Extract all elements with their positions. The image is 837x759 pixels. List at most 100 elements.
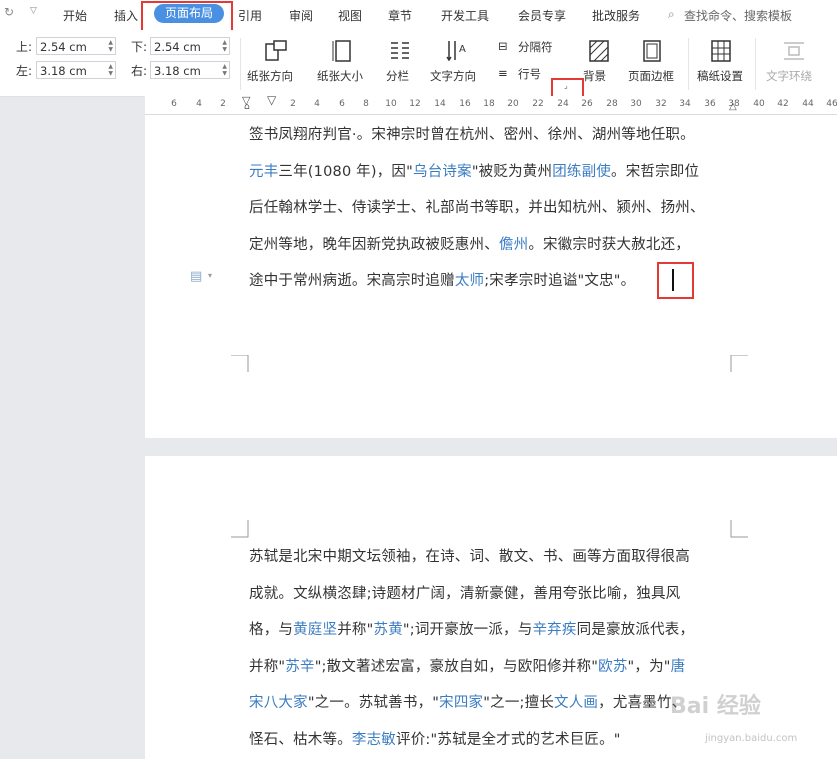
crop-mark-top-right [730,520,748,538]
background-button[interactable]: 背景 [583,68,606,84]
hyperlink[interactable]: 辛弃疾 [532,622,576,638]
paragraph-menu-chevron-icon[interactable]: ▾ [208,271,212,280]
divider [688,38,689,90]
line-numbers-button[interactable]: 行号 [518,66,541,82]
highlight-box-tab [141,1,233,33]
page-border-icon[interactable] [641,38,663,64]
hyperlink[interactable]: 苏辛 [285,659,314,675]
text-run: 并称" [249,658,286,675]
page-size-icon[interactable] [331,38,355,64]
right-margin-label: 右: [131,64,148,78]
hyperlink[interactable]: 乌台诗案 [413,164,472,180]
page-orientation-icon[interactable] [262,38,288,64]
hanging-indent-marker[interactable]: ▽ [267,93,276,107]
tab-references[interactable]: 引用 [238,7,262,24]
text-run: 苏轼是北宋中期文坛领袖，在诗、词、散文、书、画等方面取得很高 [249,549,690,565]
hyperlink[interactable]: 元丰 [249,164,278,180]
hyperlink[interactable]: 儋州 [499,237,528,253]
ruler-tick-label: 40 [753,99,765,109]
text-run: 格，与 [249,622,294,638]
tab-view[interactable]: 视图 [338,7,362,24]
hyperlink[interactable]: 李志敏 [352,732,396,748]
section-break-icon[interactable]: ⊟ [498,39,508,53]
right-indent-marker[interactable]: △ [729,101,737,112]
right-margin-value: 3.18 cm [154,64,201,78]
ruler-tick-label: 36 [704,99,716,109]
left-margin-input[interactable]: 3.18 cm ▲ ▼ [36,61,116,79]
ruler-tick-label: 4 [196,99,202,109]
ruler-tick-label: 14 [434,99,446,109]
search-icon[interactable]: ⌕ [668,7,675,22]
command-search[interactable]: 查找命令、搜索模板 [684,7,792,24]
text-direction-button[interactable]: 文字方向 [430,68,476,84]
text-line: 签书凤翔府判官·。宋神宗时曾在杭州、密州、徐州、湖州等地任职。 [249,123,695,144]
hyperlink[interactable]: 宋八大家 [249,695,308,711]
hyperlink[interactable]: 太师 [455,273,484,289]
text-line: 后任翰林学士、侍读学士、礼部尚书等职，并出知杭州、颍州、扬州、 [249,196,705,217]
text-line: 成就。文纵横恣肆;诗题材广阔，清新豪健，善用夸张比喻，独具风 [249,582,680,603]
right-margin-input[interactable]: 3.18 cm ▲ ▼ [150,61,230,79]
page-border-button[interactable]: 页面边框 [628,68,674,84]
hyperlink[interactable]: 文人画 [554,695,598,711]
text-line: 怪石、枯木等。李志敏评价:"苏轼是全才式的艺术巨匠。" [249,728,621,749]
text-run: 怪石、枯木等。 [249,731,352,748]
ruler-tick-label: 4 [314,99,320,109]
line-numbers-icon[interactable]: ≡ [498,66,508,80]
text-run: 同是豪放派代表， [576,622,695,638]
manuscript-button[interactable]: 稿纸设置 [697,68,743,84]
hyperlink[interactable]: 团练副使 [552,164,611,180]
spinner-icon[interactable]: ▲ ▼ [222,63,227,77]
spinner-icon[interactable]: ▲ ▼ [108,63,113,77]
breaks-button[interactable]: 分隔符 [518,39,553,55]
ruler-tick-label: 30 [630,99,642,109]
tab-home[interactable]: 开始 [63,7,87,24]
text-run: ";词开豪放一派，与 [402,622,533,638]
text-direction-icon[interactable]: A [444,38,470,64]
page-orientation-button[interactable]: 纸张方向 [247,68,293,84]
hyperlink[interactable]: 黄庭坚 [293,622,337,638]
hyperlink[interactable]: 苏黄 [374,622,403,638]
tab-developer[interactable]: 开发工具 [441,7,489,24]
highlight-box-cursor [657,262,694,299]
menu-bar: ↻ ▽ 开始 插入 页面布局 引用 审阅 视图 章节 开发工具 会员专享 批改服… [0,0,837,30]
paragraph-marker-icon[interactable]: ▤ [190,269,202,284]
hyperlink[interactable]: 欧苏 [598,659,627,675]
tab-insert[interactable]: 插入 [114,7,138,24]
background-icon[interactable] [588,38,610,64]
ruler-tick-label: 10 [385,99,397,109]
left-indent-marker[interactable]: ⌂ [244,102,250,112]
spinner-icon[interactable]: ▲ ▼ [222,39,227,53]
hyperlink[interactable]: 宋四家 [439,695,483,711]
bottom-margin-input[interactable]: 2.54 cm ▲ ▼ [150,37,230,55]
ruler-tick-label: 46 [826,99,837,109]
redo-icon[interactable]: ↻ [4,5,14,19]
columns-button[interactable]: 分栏 [386,68,409,84]
text-run: 并称" [337,622,374,638]
horizontal-ruler[interactable]: 6 4 2 2 4 6 8 10 12 14 16 18 20 22 24 26 28 30 32 34 36 38 40 4… [145,93,837,115]
columns-icon[interactable] [388,38,412,64]
tab-review[interactable]: 审阅 [289,7,313,24]
tab-grading[interactable]: 批改服务 [592,7,640,24]
text-run: "被贬为黄州 [471,163,553,180]
manuscript-icon[interactable] [710,38,732,64]
document-page-1[interactable]: 签书凤翔府判官·。宋神宗时曾在杭州、密州、徐州、湖州等地任职。 元丰三年(1080… [145,115,837,438]
text-wrap-icon[interactable] [782,38,806,64]
ruler-tick-label: 26 [581,99,593,109]
text-run: 。宋哲宗即位 [611,163,700,180]
tab-chapter[interactable]: 章节 [388,7,412,24]
text-run: 。宋徽宗时获大赦北还， [528,236,691,253]
divider [240,38,241,90]
left-margin-value: 3.18 cm [40,64,87,78]
text-run: 后任翰林学士、侍读学士、礼部尚书等职，并出知杭州、颍州、扬州、 [249,200,705,216]
text-line: 并称"苏辛";散文著述宏富，豪放自如，与欧阳修并称"欧苏"，为"唐 [249,655,685,676]
text-line: 苏轼是北宋中期文坛领袖，在诗、词、散文、书、画等方面取得很高 [249,545,690,566]
text-run: ";散文著述宏富，豪放自如，与欧阳修并称" [314,658,599,675]
top-margin-input[interactable]: 2.54 cm ▲ ▼ [36,37,116,55]
hyperlink[interactable]: 唐 [671,659,686,675]
text-run: "之一;擅长 [483,695,555,711]
spinner-icon[interactable]: ▲ ▼ [108,39,113,53]
text-line: 格，与黄庭坚并称"苏黄";词开豪放一派，与辛弃疾同是豪放派代表， [249,618,694,639]
quick-access-dropdown-icon[interactable]: ▽ [30,6,37,16]
page-size-button[interactable]: 纸张大小 [317,68,363,84]
tab-member[interactable]: 会员专享 [518,7,566,24]
